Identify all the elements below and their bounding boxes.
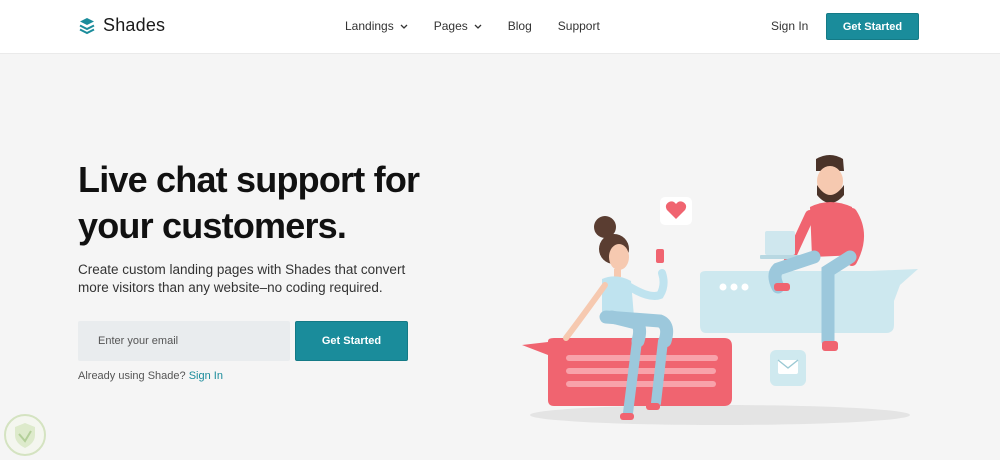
email-field-wrapper (78, 321, 290, 361)
hero-illustration (522, 155, 918, 425)
nav-item-pages[interactable]: Pages (434, 19, 482, 33)
email-input[interactable] (78, 321, 290, 361)
hero-get-started-button[interactable]: Get Started (295, 321, 408, 361)
shield-logo-icon (4, 414, 46, 456)
nav-item-label: Pages (433, 19, 468, 33)
brand-name: Shades (103, 15, 166, 35)
hero-signin-link[interactable]: Sign In (189, 370, 223, 382)
brand-logo[interactable]: Shades (79, 15, 165, 36)
nav-item-support[interactable]: Support (558, 19, 600, 33)
heart-icon (660, 197, 692, 225)
get-started-button[interactable]: Get Started (826, 13, 919, 40)
hero-subtitle: Create custom landing pages with Shades … (78, 262, 406, 295)
site-header: Shades Landings Pages Blog Support Sign … (0, 0, 1000, 54)
mail-icon (770, 350, 806, 386)
nav-item-landings[interactable]: Landings (345, 19, 408, 33)
already-using-label: Already using Shade? (78, 370, 186, 382)
nav-item-label: Blog (507, 19, 532, 33)
already-using-text: Already using Shade? Sign In (78, 370, 223, 382)
blue-chat-bubble (700, 269, 918, 333)
bubble-line (566, 368, 716, 374)
floor-shadow (530, 405, 910, 425)
bubble-line (566, 381, 716, 387)
nav-item-label: Landings (345, 19, 394, 33)
hero-title: Live chat support for your customers. (78, 159, 420, 246)
chevron-down-icon (474, 24, 482, 29)
nav-item-blog[interactable]: Blog (508, 19, 532, 33)
main-nav: Landings Pages Blog Support (345, 19, 626, 33)
bubble-line (566, 355, 718, 361)
nav-item-label: Support (557, 19, 600, 33)
stacked-layers-icon (79, 17, 95, 34)
chevron-down-icon (400, 24, 408, 29)
signin-link[interactable]: Sign In (771, 19, 808, 33)
